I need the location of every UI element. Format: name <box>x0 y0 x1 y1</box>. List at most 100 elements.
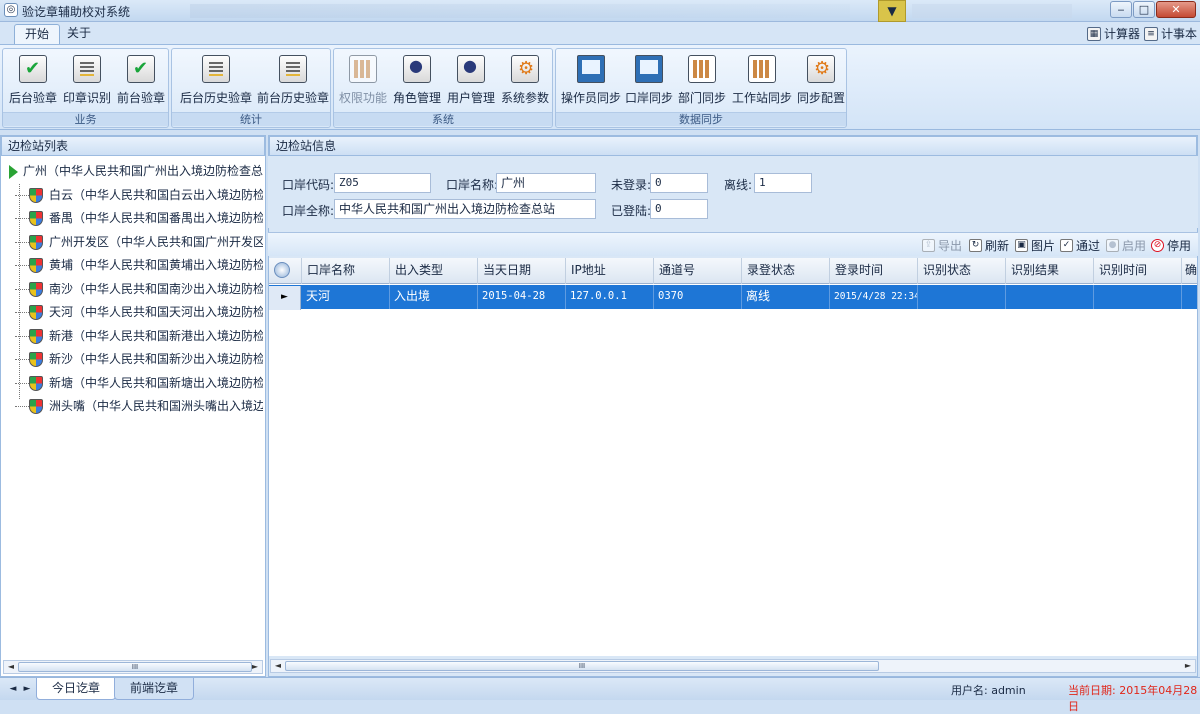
column-header[interactable]: 录登状态 <box>742 258 830 284</box>
verify-check-icon <box>19 55 47 83</box>
shield-icon <box>29 211 43 226</box>
tree-node[interactable]: 南沙（中华人民共和国南沙出入境边防检查站 <box>5 278 263 302</box>
scroll-right-icon[interactable]: ► <box>1182 660 1194 672</box>
tree-node-root[interactable]: 广州（中华人民共和国广州出入境边防检查总站） <box>5 160 263 184</box>
user-name-status: 用户名: admin <box>951 684 1026 697</box>
shield-icon <box>29 234 43 250</box>
scroll-right-icon[interactable]: ► <box>249 661 261 673</box>
column-header[interactable]: 登录时间 <box>830 258 918 284</box>
expand-arrow-icon[interactable] <box>9 165 18 179</box>
department-sync-button[interactable]: 部门同步 <box>678 55 726 106</box>
close-button[interactable]: ✕ <box>1156 1 1196 18</box>
grid-horizontal-scrollbar[interactable]: ◄ III ► <box>270 659 1196 673</box>
operator-sync-button[interactable]: 操作员同步 <box>561 55 621 106</box>
table-row[interactable]: ► 天河 入出境 2015-04-28 127.0.0.1 0370 离线 20… <box>269 285 1197 310</box>
column-header[interactable]: 出入类型 <box>390 258 478 284</box>
full-name-field[interactable]: 中华人民共和国广州出入境边防检查总站 <box>334 199 596 219</box>
tree-node[interactable]: 新港（中华人民共和国新港出入境边防检查站 <box>5 325 263 349</box>
left-horizontal-scrollbar[interactable]: ◄ III ► <box>3 660 263 674</box>
ribbon-group-statistics: 后台历史验章 前台历史验章 统计 <box>171 48 331 128</box>
role-management-button[interactable]: 角色管理 <box>393 55 441 106</box>
shield-icon <box>29 375 43 391</box>
backend-verify-button[interactable]: 后台验章 <box>9 55 57 106</box>
enable-button[interactable]: ● 启用 <box>1106 237 1146 254</box>
column-header[interactable]: 识别结果 <box>1006 258 1094 284</box>
permission-button[interactable]: 权限功能 <box>339 55 387 106</box>
ribbon-group-label: 业务 <box>3 112 168 126</box>
user-management-button[interactable]: 用户管理 <box>447 55 495 106</box>
search-icon <box>274 262 290 278</box>
tab-start[interactable]: 开始 <box>14 24 61 44</box>
notepad-button[interactable]: ≡ 计事本 <box>1144 25 1197 42</box>
frontend-verify-button[interactable]: 前台验章 <box>117 55 165 106</box>
maximize-button[interactable]: □ <box>1133 1 1155 18</box>
role-icon <box>403 55 431 83</box>
column-header[interactable]: 识别时间 <box>1094 258 1182 284</box>
scroll-thumb[interactable]: III <box>18 662 252 672</box>
calculator-button[interactable]: ▦ 计算器 <box>1087 25 1140 42</box>
export-icon: ⇪ <box>922 239 935 252</box>
shield-icon <box>29 187 43 203</box>
sync-config-button[interactable]: 同步配置 <box>797 55 845 106</box>
export-button[interactable]: ⇪ 导出 <box>922 237 962 254</box>
column-header[interactable]: 识别状态 <box>918 258 1006 284</box>
column-header[interactable]: IP地址 <box>566 258 654 284</box>
backend-history-button[interactable]: 后台历史验章 <box>180 55 252 106</box>
tree-node[interactable]: 新沙（中华人民共和国新沙出入境边防检查站 <box>5 348 263 372</box>
table-cell[interactable] <box>1006 285 1094 309</box>
tab-about[interactable]: 关于 <box>57 24 101 44</box>
offline-field[interactable]: 1 <box>754 173 812 193</box>
table-cell[interactable]: 离线 <box>742 285 830 309</box>
faded-background-text <box>912 4 1072 18</box>
port-sync-button[interactable]: 口岸同步 <box>625 55 673 106</box>
tab-today-stamps[interactable]: 今日讫章 <box>36 678 116 700</box>
table-cell[interactable]: 127.0.0.1 <box>566 285 654 309</box>
column-header[interactable]: 通道号 <box>654 258 742 284</box>
refresh-button[interactable]: ↻ 刷新 <box>969 237 1009 254</box>
port-code-field[interactable]: Z05 <box>334 173 431 193</box>
table-cell[interactable]: 0370 <box>654 285 742 309</box>
seal-recognition-button[interactable]: 印章识别 <box>63 55 111 106</box>
tab-frontend-stamps[interactable]: 前端讫章 <box>114 678 194 700</box>
table-cell[interactable] <box>918 285 1006 309</box>
table-cell[interactable]: 入出境 <box>390 285 478 309</box>
current-date-status: 当前日期: 2015年04月28日 <box>1068 684 1198 713</box>
row-selector-header <box>269 258 302 284</box>
picture-button[interactable]: ▣ 图片 <box>1015 237 1055 254</box>
table-cell[interactable] <box>1094 285 1182 309</box>
current-row-arrow-icon[interactable]: ► <box>269 286 301 310</box>
disable-button[interactable]: ⊘ 停用 <box>1151 237 1191 254</box>
tree-node[interactable]: 白云（中华人民共和国白云出入境边防检查站 <box>5 184 263 208</box>
scroll-left-icon[interactable]: ◄ <box>272 660 284 672</box>
pin-icon[interactable]: ▼ <box>878 0 906 22</box>
frontend-history-button[interactable]: 前台历史验章 <box>257 55 329 106</box>
tree-node[interactable]: 洲头嘴（中华人民共和国洲头嘴出入境边防检 <box>5 395 263 419</box>
scroll-thumb[interactable]: III <box>285 661 879 671</box>
offline-label: 离线: <box>724 178 753 192</box>
tree-node[interactable]: 番禺（中华人民共和国番禺出入境边防检查站 <box>5 207 263 231</box>
port-name-field[interactable]: 广州 <box>496 173 596 193</box>
minimize-button[interactable]: ‒ <box>1110 1 1132 18</box>
status-bar: ◄ ► 今日讫章 前端讫章 用户名: admin 当前日期: 2015年04月2… <box>0 677 1200 713</box>
not-logged-label: 未登录: <box>611 178 652 192</box>
table-cell[interactable]: 2015-04-28 <box>478 285 566 309</box>
tab-next-icon[interactable]: ► <box>20 682 34 696</box>
workstation-sync-button[interactable]: 工作站同步 <box>732 55 792 106</box>
tree-node[interactable]: 新塘（中华人民共和国新塘出入境边防检查站 <box>5 372 263 396</box>
tree-node[interactable]: 广州开发区（中华人民共和国广州开发区出入 <box>5 231 263 255</box>
data-grid: ► 天河 入出境 2015-04-28 127.0.0.1 0370 离线 20… <box>269 284 1197 656</box>
tree-node[interactable]: 天河（中华人民共和国天河出入境边防检查站 <box>5 301 263 325</box>
column-header[interactable]: 确 <box>1182 258 1197 284</box>
system-params-button[interactable]: 系统参数 <box>501 55 549 106</box>
logged-in-field[interactable]: 0 <box>650 199 708 219</box>
scroll-left-icon[interactable]: ◄ <box>5 661 17 673</box>
not-logged-field[interactable]: 0 <box>650 173 708 193</box>
column-header[interactable]: 当天日期 <box>478 258 566 284</box>
column-header[interactable]: 口岸名称 <box>302 258 390 284</box>
tab-prev-icon[interactable]: ◄ <box>6 682 20 696</box>
full-name-label: 口岸全称: <box>282 204 335 218</box>
pass-button[interactable]: ✓ 通过 <box>1060 237 1100 254</box>
table-cell[interactable]: 天河 <box>302 285 390 309</box>
table-cell[interactable]: 2015/4/28 22:34 <box>830 285 918 309</box>
tree-node[interactable]: 黄埔（中华人民共和国黄埔出入境边防检查站 <box>5 254 263 278</box>
